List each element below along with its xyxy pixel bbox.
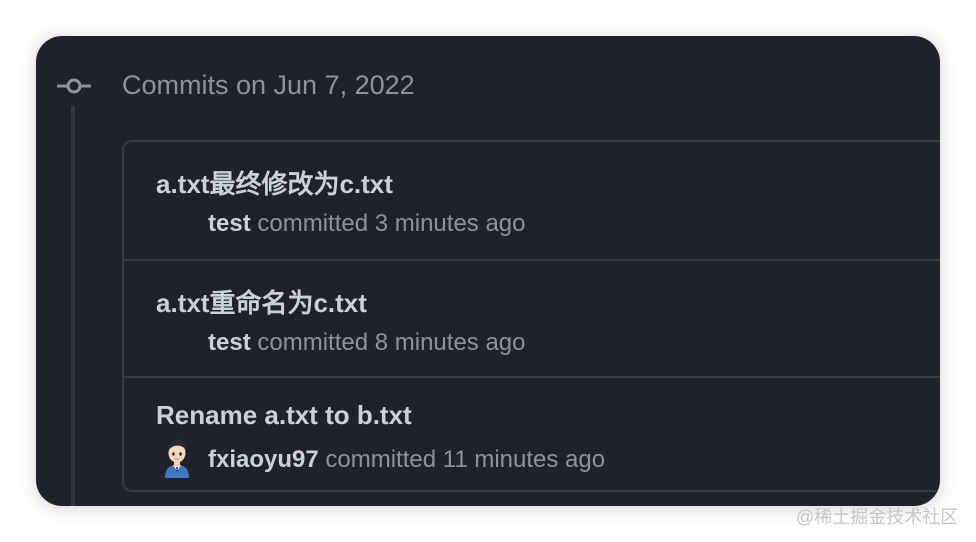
commit-meta: test committed 8 minutes ago <box>208 329 526 357</box>
commit-item: Rename a.txt to b.txt fxiaoyu97 committe… <box>124 376 940 492</box>
user-avatar-icon[interactable] <box>162 436 192 478</box>
timeline-line <box>71 106 75 506</box>
commit-meta: fxiaoyu97 committed 11 minutes ago <box>208 446 605 474</box>
commit-meta: test committed 3 minutes ago <box>208 210 526 238</box>
commit-item: a.txt最终修改为c.txt test committed 3 minutes… <box>124 142 940 259</box>
screenshot-stage: Commits on Jun 7, 2022 a.txt最终修改为c.txt t… <box>0 0 976 542</box>
commit-title-link[interactable]: Rename a.txt to b.txt <box>156 400 412 431</box>
commit-action: committed <box>257 329 369 356</box>
commit-time: 8 minutes ago <box>374 329 526 356</box>
commit-author-link[interactable]: test <box>208 210 251 237</box>
commit-history-panel: Commits on Jun 7, 2022 a.txt最终修改为c.txt t… <box>36 36 940 506</box>
commit-title-link[interactable]: a.txt重命名为c.txt <box>156 283 367 320</box>
commit-group-date: Commits on Jun 7, 2022 <box>122 70 415 100</box>
git-commit-icon <box>57 78 91 94</box>
commit-author-link[interactable]: test <box>208 329 251 356</box>
commit-time: 3 minutes ago <box>374 210 526 237</box>
commit-action: committed <box>325 446 437 473</box>
watermark-text: @稀土掘金技术社区 <box>796 507 959 527</box>
commit-title-link[interactable]: a.txt最终修改为c.txt <box>156 164 393 201</box>
commit-item: a.txt重命名为c.txt test committed 8 minutes … <box>124 259 940 378</box>
commit-action: committed <box>257 210 369 237</box>
commit-time: 11 minutes ago <box>442 446 606 473</box>
commit-list: a.txt最终修改为c.txt test committed 3 minutes… <box>122 140 940 492</box>
commit-author-link[interactable]: fxiaoyu97 <box>208 446 319 473</box>
